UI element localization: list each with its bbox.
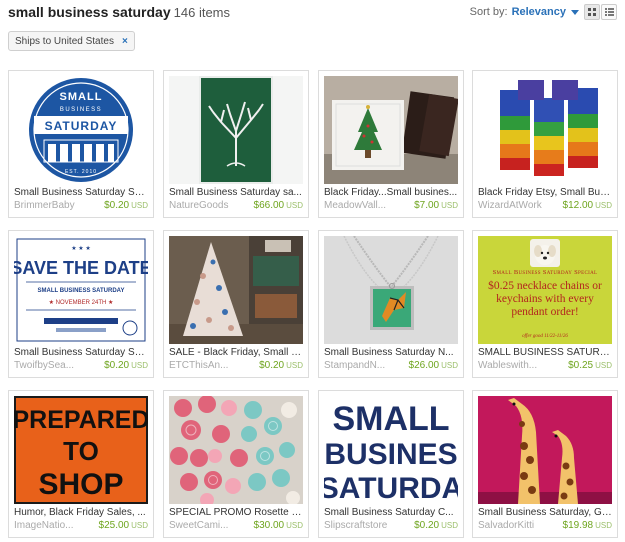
listing-card[interactable]: SMALL BUSINESS SATURDAY EST. 2010 Small … xyxy=(8,70,154,218)
banner-line-1: SMALL xyxy=(332,400,449,438)
listing-image[interactable] xyxy=(478,76,612,184)
save-date-date: ★ NOVEMBER 24TH ★ xyxy=(49,299,114,306)
list-view-button[interactable] xyxy=(601,4,617,20)
listing-image[interactable] xyxy=(478,396,612,504)
sort-label: Sort by: xyxy=(469,6,508,18)
listing-shop[interactable]: TwoifbySea... xyxy=(14,360,94,371)
save-date-sub: SMALL BUSINESS SATURDAY xyxy=(38,288,125,294)
chevron-down-icon[interactable] xyxy=(571,9,579,15)
listing-title[interactable]: Small Business Saturday C... xyxy=(324,507,458,518)
listing-title[interactable]: Small Business Saturday Sp... xyxy=(14,187,148,198)
filter-chip-label: Ships to United States xyxy=(15,35,114,47)
listing-card[interactable]: Small Business Saturday Special $0.25 ne… xyxy=(472,230,618,378)
search-title: small business saturday 146 items xyxy=(8,4,230,20)
listing-shop[interactable]: NatureGoods xyxy=(169,200,249,211)
promo-footer: offer good 11/22-11/26 xyxy=(522,334,568,339)
listing-title[interactable]: Small Business Saturday Sa... xyxy=(14,347,148,358)
listing-shop[interactable]: MeadowVall... xyxy=(324,200,404,211)
listing-card[interactable]: Small Business Saturday N... StampandN..… xyxy=(318,230,464,378)
listing-price: $7.00 USD xyxy=(414,200,458,211)
listing-card[interactable]: Black Friday...Small busines... MeadowVa… xyxy=(318,70,464,218)
listing-shop[interactable]: BrimmerBaby xyxy=(14,200,94,211)
listing-image[interactable]: ★ ★ ★ SAVE THE DATE SMALL BUSINESS SATUR… xyxy=(14,236,148,344)
logo-text-saturday: SATURDAY xyxy=(45,119,118,133)
promo-body: $0.25 necklace chains or keychains with … xyxy=(488,280,602,318)
logo-text-business: BUSINESS xyxy=(60,107,102,113)
listing-shop[interactable]: WizardAtWork xyxy=(478,200,558,211)
listing-shop[interactable]: SweetCami... xyxy=(169,520,249,531)
listing-title[interactable]: Small Business Saturday N... xyxy=(324,347,458,358)
listing-image[interactable] xyxy=(169,76,303,184)
listing-image[interactable]: SMALL BUSINES SATURDA xyxy=(324,396,458,504)
sign-line-3: SHOP xyxy=(38,468,123,501)
listing-price: $19.98 USD xyxy=(562,520,612,531)
grid-view-button[interactable] xyxy=(584,4,600,20)
listing-title[interactable]: Black Friday...Small busines... xyxy=(324,187,458,198)
svg-text:★ ★ ★: ★ ★ ★ xyxy=(71,245,90,252)
listing-title[interactable]: Small Business Saturday sa... xyxy=(169,187,303,198)
listing-price: $30.00 USD xyxy=(253,520,303,531)
listing-card[interactable]: ★ ★ ★ SAVE THE DATE SMALL BUSINESS SATUR… xyxy=(8,230,154,378)
listing-price: $0.20 USD xyxy=(104,200,148,211)
banner-line-2: BUSINES xyxy=(324,438,457,471)
close-icon[interactable]: × xyxy=(122,36,128,47)
listing-title[interactable]: Small Business Saturday, Gi... xyxy=(478,507,612,518)
results-header: small business saturday 146 items Sort by… xyxy=(8,4,617,24)
save-date-heading: SAVE THE DATE xyxy=(14,258,148,278)
banner-line-3: SATURDA xyxy=(324,472,458,504)
listing-image[interactable]: Small Business Saturday Special $0.25 ne… xyxy=(478,236,612,344)
logo-text-est: EST. 2010 xyxy=(65,169,97,175)
logo-text-small: SMALL xyxy=(60,91,103,103)
result-count: 146 items xyxy=(173,5,231,20)
listing-price: $0.20 USD xyxy=(104,360,148,371)
list-icon xyxy=(604,8,614,16)
promo-heading: Small Business Saturday Special xyxy=(492,269,598,276)
listing-title[interactable]: SPECIAL PROMO Rosette N... xyxy=(169,507,303,518)
listing-price: $0.20 USD xyxy=(414,520,458,531)
listing-title[interactable]: Humor, Black Friday Sales, ... xyxy=(14,507,148,518)
listing-title[interactable]: SALE - Black Friday, Small B... xyxy=(169,347,303,358)
listing-price: $66.00 USD xyxy=(253,200,303,211)
sign-line-1: PREPARED xyxy=(14,406,148,434)
search-query: small business saturday xyxy=(8,4,171,20)
listing-shop[interactable]: Wableswith... xyxy=(478,360,558,371)
sort-control[interactable]: Sort by: Relevancy xyxy=(470,6,579,18)
listing-card[interactable]: SALE - Black Friday, Small B... ETCThisA… xyxy=(163,230,309,378)
listing-card[interactable]: Small Business Saturday, Gi... SalvadorK… xyxy=(472,390,618,538)
listing-image[interactable] xyxy=(324,236,458,344)
grid-icon xyxy=(588,8,596,16)
listing-card[interactable]: Black Friday Etsy, Small Bus... WizardAt… xyxy=(472,70,618,218)
listing-image[interactable] xyxy=(169,236,303,344)
filter-chip-ships-to[interactable]: Ships to United States × xyxy=(8,31,135,51)
sign-line-2: TO xyxy=(63,436,99,466)
listing-card[interactable]: SMALL BUSINES SATURDA Small Business Sat… xyxy=(318,390,464,538)
sort-dropdown[interactable]: Relevancy xyxy=(512,6,566,18)
listing-card[interactable]: PREPARED TO SHOP Humor, Black Friday Sal… xyxy=(8,390,154,538)
listing-image[interactable]: SMALL BUSINESS SATURDAY EST. 2010 xyxy=(14,76,148,184)
listing-price: $25.00 USD xyxy=(98,520,148,531)
listing-image[interactable] xyxy=(324,76,458,184)
listing-price: $0.20 USD xyxy=(259,360,303,371)
listing-shop[interactable]: StampandN... xyxy=(324,360,404,371)
listing-image[interactable] xyxy=(169,396,303,504)
listing-title[interactable]: Black Friday Etsy, Small Bus... xyxy=(478,187,612,198)
listing-title[interactable]: SMALL BUSINESS SATURD... xyxy=(478,347,612,358)
listing-shop[interactable]: ETCThisAn... xyxy=(169,360,249,371)
listing-price: $26.00 USD xyxy=(408,360,458,371)
listing-shop[interactable]: Slipscraftstore xyxy=(324,520,404,531)
listing-price: $0.25 USD xyxy=(568,360,612,371)
listing-card[interactable]: SPECIAL PROMO Rosette N... SweetCami... … xyxy=(163,390,309,538)
listing-image[interactable]: PREPARED TO SHOP xyxy=(14,396,148,504)
listing-card[interactable]: Small Business Saturday sa... NatureGood… xyxy=(163,70,309,218)
listing-shop[interactable]: ImageNatio... xyxy=(14,520,94,531)
listing-price: $12.00 USD xyxy=(562,200,612,211)
listing-shop[interactable]: SalvadorKitti xyxy=(478,520,558,531)
